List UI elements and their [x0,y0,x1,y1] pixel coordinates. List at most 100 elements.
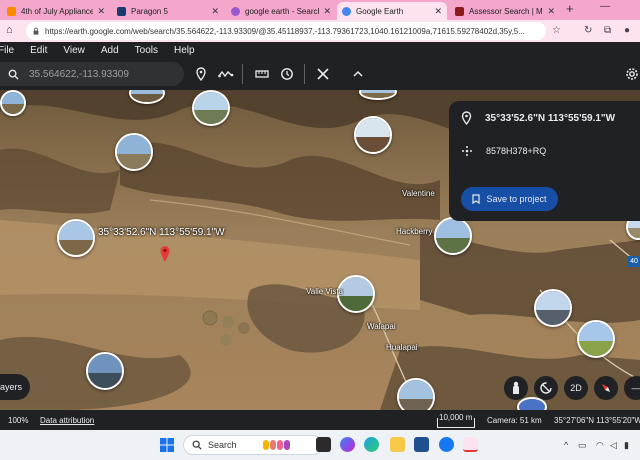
menu-help[interactable]: Help [174,45,195,56]
status-bar: 100% Data attribution 10,000 m Camera: 5… [0,410,640,430]
location-pin-icon[interactable] [160,246,170,262]
profile-icon[interactable]: ● [624,25,630,36]
chevron-up-icon[interactable] [350,66,366,82]
settings-gear-icon[interactable] [624,66,640,82]
path-icon[interactable] [218,66,234,82]
photo-thumbnail[interactable] [397,378,435,410]
tab-favicon [455,6,464,16]
close-tab-icon[interactable]: ✕ [547,6,555,17]
ruler-icon[interactable] [254,66,270,82]
minus-icon: — [631,383,640,393]
north-compass-button[interactable] [594,376,618,400]
earth-app-icon[interactable] [463,437,478,452]
new-tab-button[interactable]: + [566,1,574,16]
tab-favicon [117,6,126,16]
taskbar-search[interactable]: Search [183,435,323,455]
cursor-coordinates: 35°27'06"N 113°55'20"W [554,416,640,425]
data-attribution-link[interactable]: Data attribution [40,416,94,425]
close-tab-icon[interactable]: ✕ [97,6,105,17]
store-icon[interactable] [414,437,429,452]
menu-bar: File Edit View Add Tools Help [0,42,640,58]
task-view-icon[interactable] [316,437,331,452]
close-tab-icon[interactable]: ✕ [323,6,331,17]
view-mode-button[interactable]: 2D [564,376,588,400]
pegman-button[interactable] [504,376,528,400]
place-label-valle-vista: Valle Vista [306,287,344,296]
menu-edit[interactable]: Edit [30,45,47,56]
collections-icon[interactable]: ⧉ [604,25,611,36]
compass-needle-icon [602,384,610,392]
tab-title: Google Earth [356,6,404,16]
history-icon[interactable] [279,66,295,82]
address-bar-row: ⌂ https://earth.google.com/web/search/35… [0,20,640,42]
photo-thumbnail[interactable] [192,90,230,126]
menu-tools[interactable]: Tools [135,45,158,56]
photo-thumbnail[interactable] [534,289,572,327]
location-info-card: 35°33'52.6"N 113°55'59.1"W 8578H378+RQ S… [449,101,640,221]
card-coordinates-row: 35°33'52.6"N 113°55'59.1"W [461,111,615,125]
close-tab-icon[interactable]: ✕ [434,6,442,17]
browser-tab-strip: 4th of July Appliance Sale ✕ Paragon 5 ✕… [0,0,640,20]
photo-thumbnail[interactable] [115,133,153,171]
sync-icon[interactable]: ↻ [584,25,592,36]
location-pin-icon [461,111,472,125]
search-icon [192,440,202,450]
windows-start-icon[interactable] [160,438,174,452]
url-text: https://earth.google.com/web/search/35.5… [45,26,525,36]
tab-google-earth[interactable]: Google Earth ✕ [337,2,447,20]
place-label-valentine: Valentine [402,189,435,198]
compass-button[interactable] [534,376,558,400]
facebook-icon[interactable] [439,437,454,452]
photo-thumbnail[interactable] [129,90,165,104]
tab-google-search[interactable]: google earth - Search ✕ [226,2,336,20]
close-tab-icon[interactable]: ✕ [211,6,219,17]
tab-appliance-sale[interactable]: 4th of July Appliance Sale ✕ [2,2,110,20]
search-input[interactable]: 35.564622,-113.93309 [29,69,129,80]
windows-taskbar: Search ^ ▭ ◠ ◁ ▮ [0,430,640,460]
tab-title: Paragon 5 [131,6,168,16]
tab-paragon[interactable]: Paragon 5 ✕ [112,2,224,20]
photo-thumbnail[interactable] [57,219,95,257]
copilot-icon[interactable] [340,437,355,452]
battery-icon[interactable]: ▮ [624,440,629,451]
toolbar-divider [242,64,243,84]
bookmark-icon [472,194,481,204]
zoom-level: 100% [8,416,29,425]
volume-icon[interactable]: ◁ [610,440,617,451]
search-highlight-icon [262,440,290,450]
tray-chevron-icon[interactable]: ^ [564,440,568,450]
photo-thumbnail[interactable] [434,217,472,255]
tools-icon[interactable] [315,66,331,82]
pin-coordinate-label: 35°33'52.6"N 113°55'59.1"W [98,227,225,238]
tab-favicon [231,6,240,16]
photo-thumbnail[interactable] [86,352,124,390]
minimize-icon[interactable]: — [600,1,610,12]
menu-view[interactable]: View [63,45,85,56]
star-icon[interactable]: ☆ [552,25,561,36]
address-bar[interactable]: https://earth.google.com/web/search/35.5… [26,22,546,40]
photo-thumbnail[interactable] [354,116,392,154]
pin-icon[interactable] [193,66,209,82]
save-to-project-button[interactable]: Save to project [461,187,558,211]
taskbar-search-label: Search [208,440,237,450]
place-label-hualapai: Hualapai [386,343,418,352]
photo-thumbnail[interactable] [0,90,26,116]
photo-thumbnail[interactable] [577,320,615,358]
scale-bar [437,418,475,428]
display-icon[interactable]: ▭ [578,440,587,451]
camera-altitude: Camera: 51 km [487,416,542,425]
refresh-icon[interactable]: ⌂ [6,24,13,36]
menu-file[interactable]: File [0,45,14,56]
edge-browser-icon[interactable] [364,437,379,452]
layers-button[interactable]: ayers [0,374,30,400]
rotate-icon [540,382,552,394]
wifi-icon[interactable]: ◠ [596,440,604,451]
person-icon [513,381,519,394]
search-box[interactable]: 35.564622,-113.93309 [0,62,184,86]
view-mode-label: 2D [570,383,582,393]
tab-favicon [342,6,351,16]
layers-label: ayers [0,382,23,392]
menu-add[interactable]: Add [101,45,119,56]
file-explorer-icon[interactable] [390,437,405,452]
tab-assessor-search[interactable]: Assessor Search | Moha ✕ [450,2,560,20]
